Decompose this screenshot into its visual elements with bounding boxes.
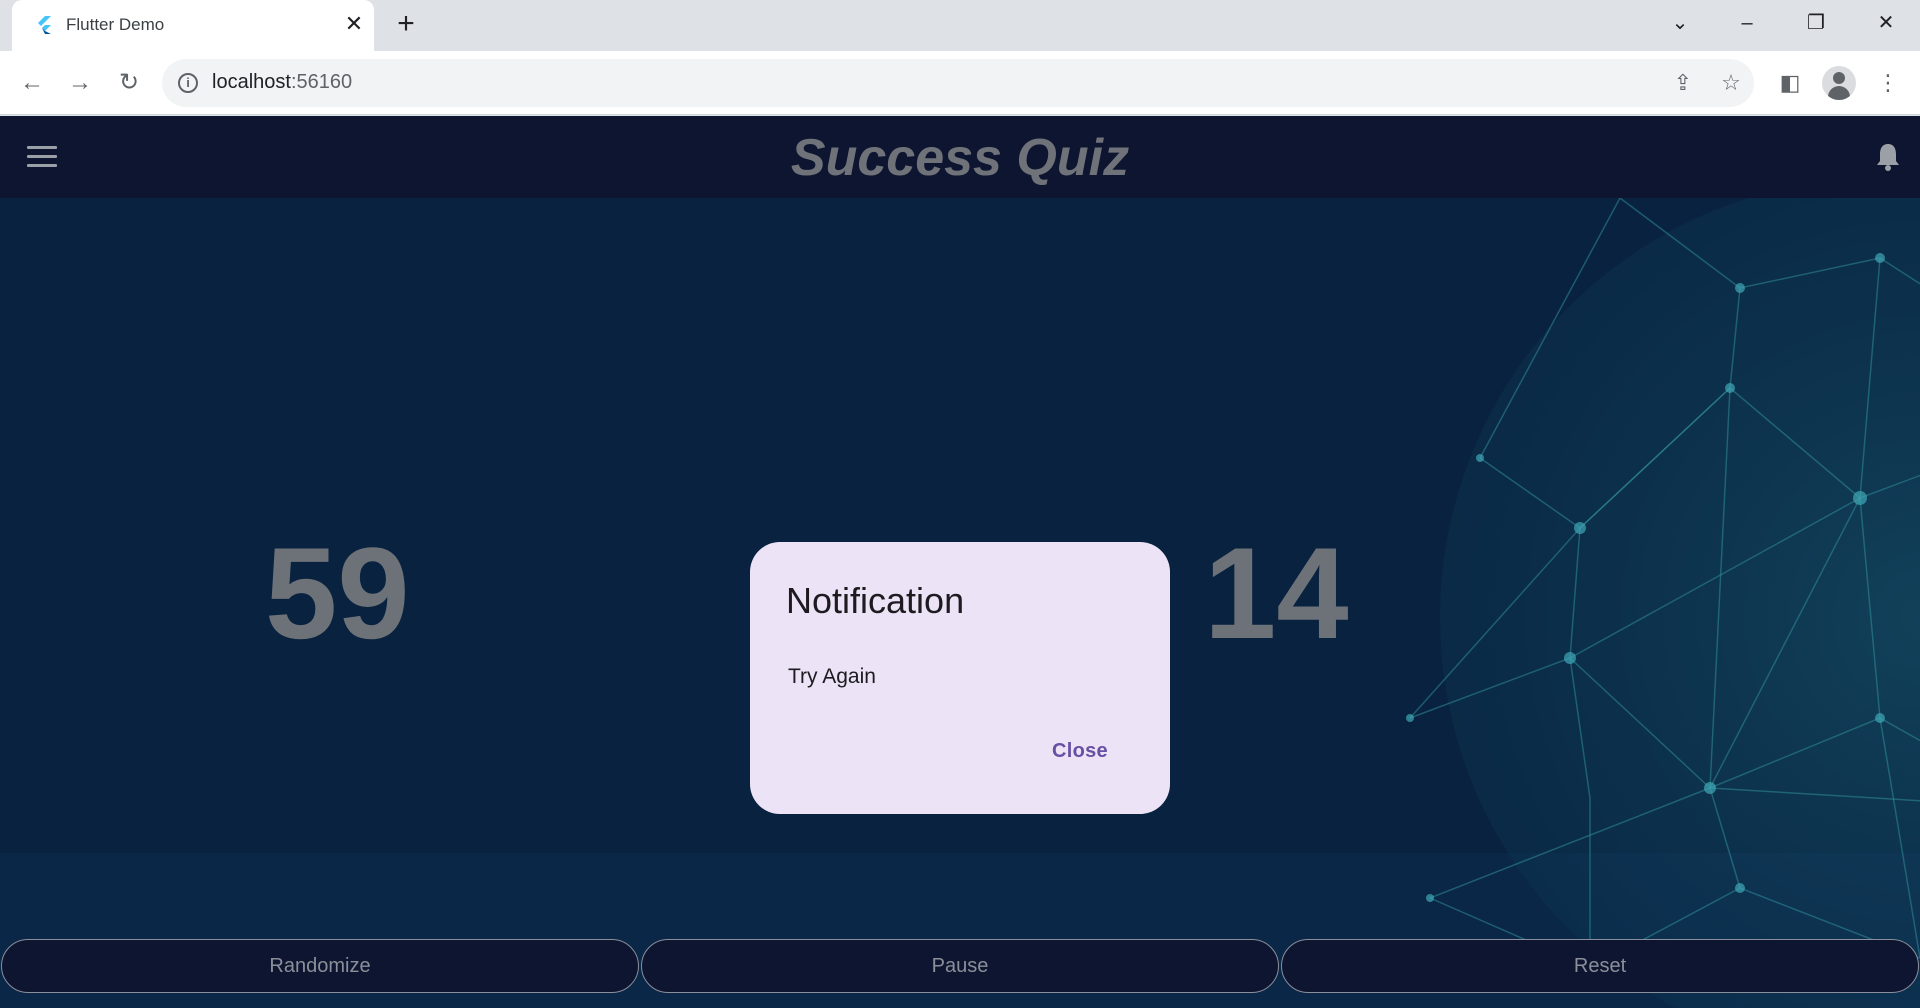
url-port: :56160 xyxy=(290,71,353,93)
close-window-button[interactable]: ✕ xyxy=(1866,8,1906,38)
app-bar: Success Quiz xyxy=(0,116,1920,198)
share-icon[interactable]: ⇪ xyxy=(1669,69,1697,97)
browser-menu-icon[interactable]: ⋮ xyxy=(1872,67,1904,99)
network-globe-background xyxy=(1406,198,1920,1008)
dialog-message: Try Again xyxy=(788,665,876,688)
dialog-title: Notification xyxy=(786,580,965,621)
back-icon[interactable]: ← xyxy=(16,67,48,99)
dialog-close-button[interactable]: Close xyxy=(1052,740,1108,763)
randomize-button[interactable]: Randomize xyxy=(1,939,639,993)
browser-tab-strip: Flutter Demo ✕ + ⌄ – ❐ ✕ xyxy=(0,0,1920,51)
bookmark-star-icon[interactable]: ☆ xyxy=(1717,69,1745,97)
bell-icon[interactable] xyxy=(1875,142,1901,172)
reload-icon[interactable]: ↻ xyxy=(113,67,145,99)
tab-search-chevron-icon[interactable]: ⌄ xyxy=(1660,8,1700,38)
app-title: Success Quiz xyxy=(790,129,1130,187)
profile-avatar-icon[interactable] xyxy=(1822,66,1856,100)
number-left: 59 xyxy=(265,520,410,666)
pause-button[interactable]: Pause xyxy=(641,939,1279,993)
site-info-icon[interactable]: i xyxy=(178,73,198,93)
side-panel-icon[interactable]: ◧ xyxy=(1774,67,1806,99)
number-right: 14 xyxy=(1204,520,1349,666)
flutter-icon xyxy=(38,16,51,34)
browser-tab[interactable]: Flutter Demo ✕ xyxy=(12,0,374,51)
notification-dialog: Notification Try Again Close xyxy=(750,542,1170,814)
tab-close-icon[interactable]: ✕ xyxy=(342,12,366,36)
address-bar[interactable]: i localhost:56160 ⇪ ☆ xyxy=(162,59,1754,107)
browser-toolbar: ← → ↻ i localhost:56160 ⇪ ☆ ◧ ⋮ xyxy=(0,51,1920,115)
app-viewport: Success Quiz 59 14 Notification Try Agai… xyxy=(0,116,1920,1008)
url-host: localhost xyxy=(212,71,291,93)
forward-icon[interactable]: → xyxy=(64,67,96,99)
new-tab-button[interactable]: + xyxy=(391,9,421,40)
action-button-row: Randomize Pause Reset xyxy=(0,939,1920,994)
url-text[interactable]: localhost:56160 xyxy=(212,71,352,94)
reset-button[interactable]: Reset xyxy=(1281,939,1919,993)
minimize-button[interactable]: – xyxy=(1727,8,1767,38)
restore-button[interactable]: ❐ xyxy=(1796,8,1836,38)
tab-title: Flutter Demo xyxy=(66,15,165,34)
